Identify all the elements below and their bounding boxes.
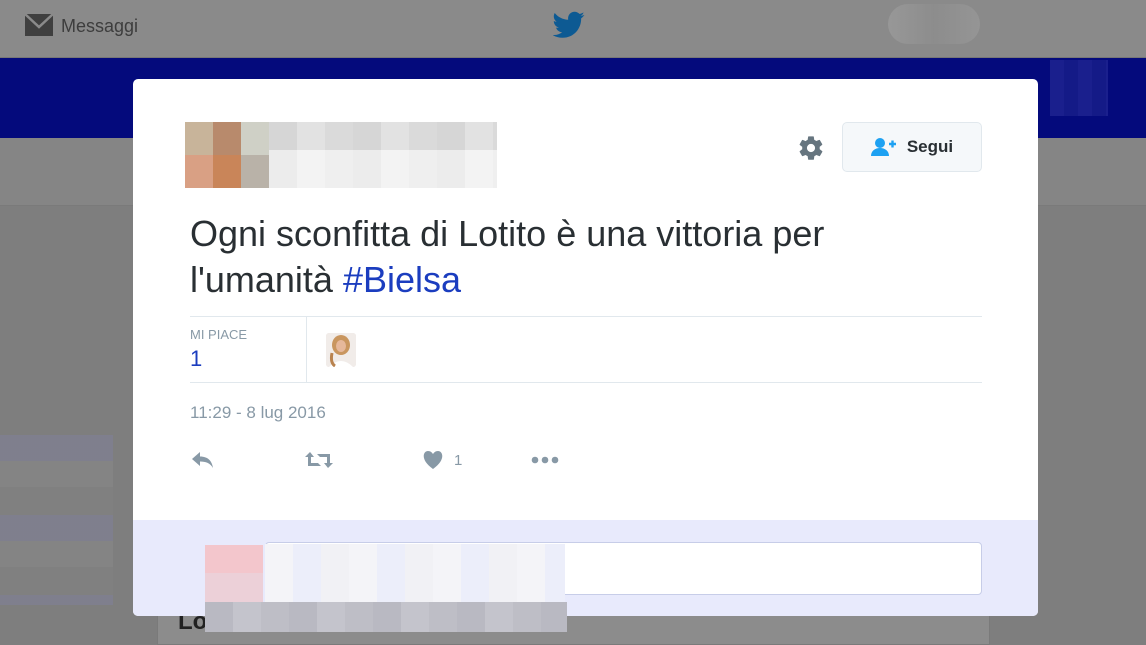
tweet-text: Ogni sconfitta di Lotito è una vittoria … — [190, 211, 950, 303]
tweet-stats: MI PIACE 1 — [190, 316, 982, 383]
envelope-icon[interactable] — [24, 12, 54, 38]
like-action[interactable]: 1 — [422, 447, 462, 473]
sidebar-pixelated-region — [0, 435, 113, 605]
gear-icon[interactable] — [797, 134, 825, 162]
account-avatar[interactable] — [888, 4, 980, 44]
author-handle-pixelated[interactable] — [269, 150, 497, 188]
reply-user-avatar — [205, 545, 263, 603]
tweet-text-body: Ogni sconfitta di Lotito è una vittoria … — [190, 213, 825, 300]
messages-nav-label[interactable]: Messaggi — [61, 16, 138, 37]
more-dots-icon — [531, 456, 559, 464]
liker-avatar[interactable] — [326, 333, 356, 367]
reply-pixelated-region — [265, 544, 565, 602]
top-navigation-bar: Messaggi — [0, 0, 1146, 58]
author-name-pixelated[interactable] — [269, 122, 497, 150]
like-count: 1 — [454, 451, 463, 469]
reply-icon — [192, 452, 213, 468]
more-action[interactable] — [531, 447, 559, 473]
follow-button-label: Segui — [906, 137, 954, 156]
reply-pixelated-strip — [205, 602, 567, 632]
retweet-icon — [305, 452, 333, 468]
stats-divider — [306, 317, 307, 383]
twitter-bird-icon[interactable] — [553, 11, 585, 39]
reply-box-area — [133, 520, 1038, 632]
follow-button[interactable]: Segui — [842, 122, 982, 172]
author-avatar[interactable] — [185, 122, 269, 188]
tweet-permalink-modal: Segui Ogni sconfitta di Lotito è una vit… — [133, 79, 1038, 632]
likes-stat-value[interactable]: 1 — [190, 346, 202, 372]
liker-avatar-image — [326, 333, 356, 367]
retweet-action[interactable] — [304, 447, 334, 473]
add-user-icon — [870, 138, 896, 156]
likes-stat-label: MI PIACE — [190, 327, 248, 342]
tweet-timestamp[interactable]: 11:29 - 8 lug 2016 — [190, 403, 326, 423]
heart-icon — [423, 451, 443, 469]
reply-action[interactable] — [190, 447, 216, 473]
hashtag-link[interactable]: #Bielsa — [343, 259, 461, 300]
banner-pixelated-region — [1050, 60, 1108, 116]
